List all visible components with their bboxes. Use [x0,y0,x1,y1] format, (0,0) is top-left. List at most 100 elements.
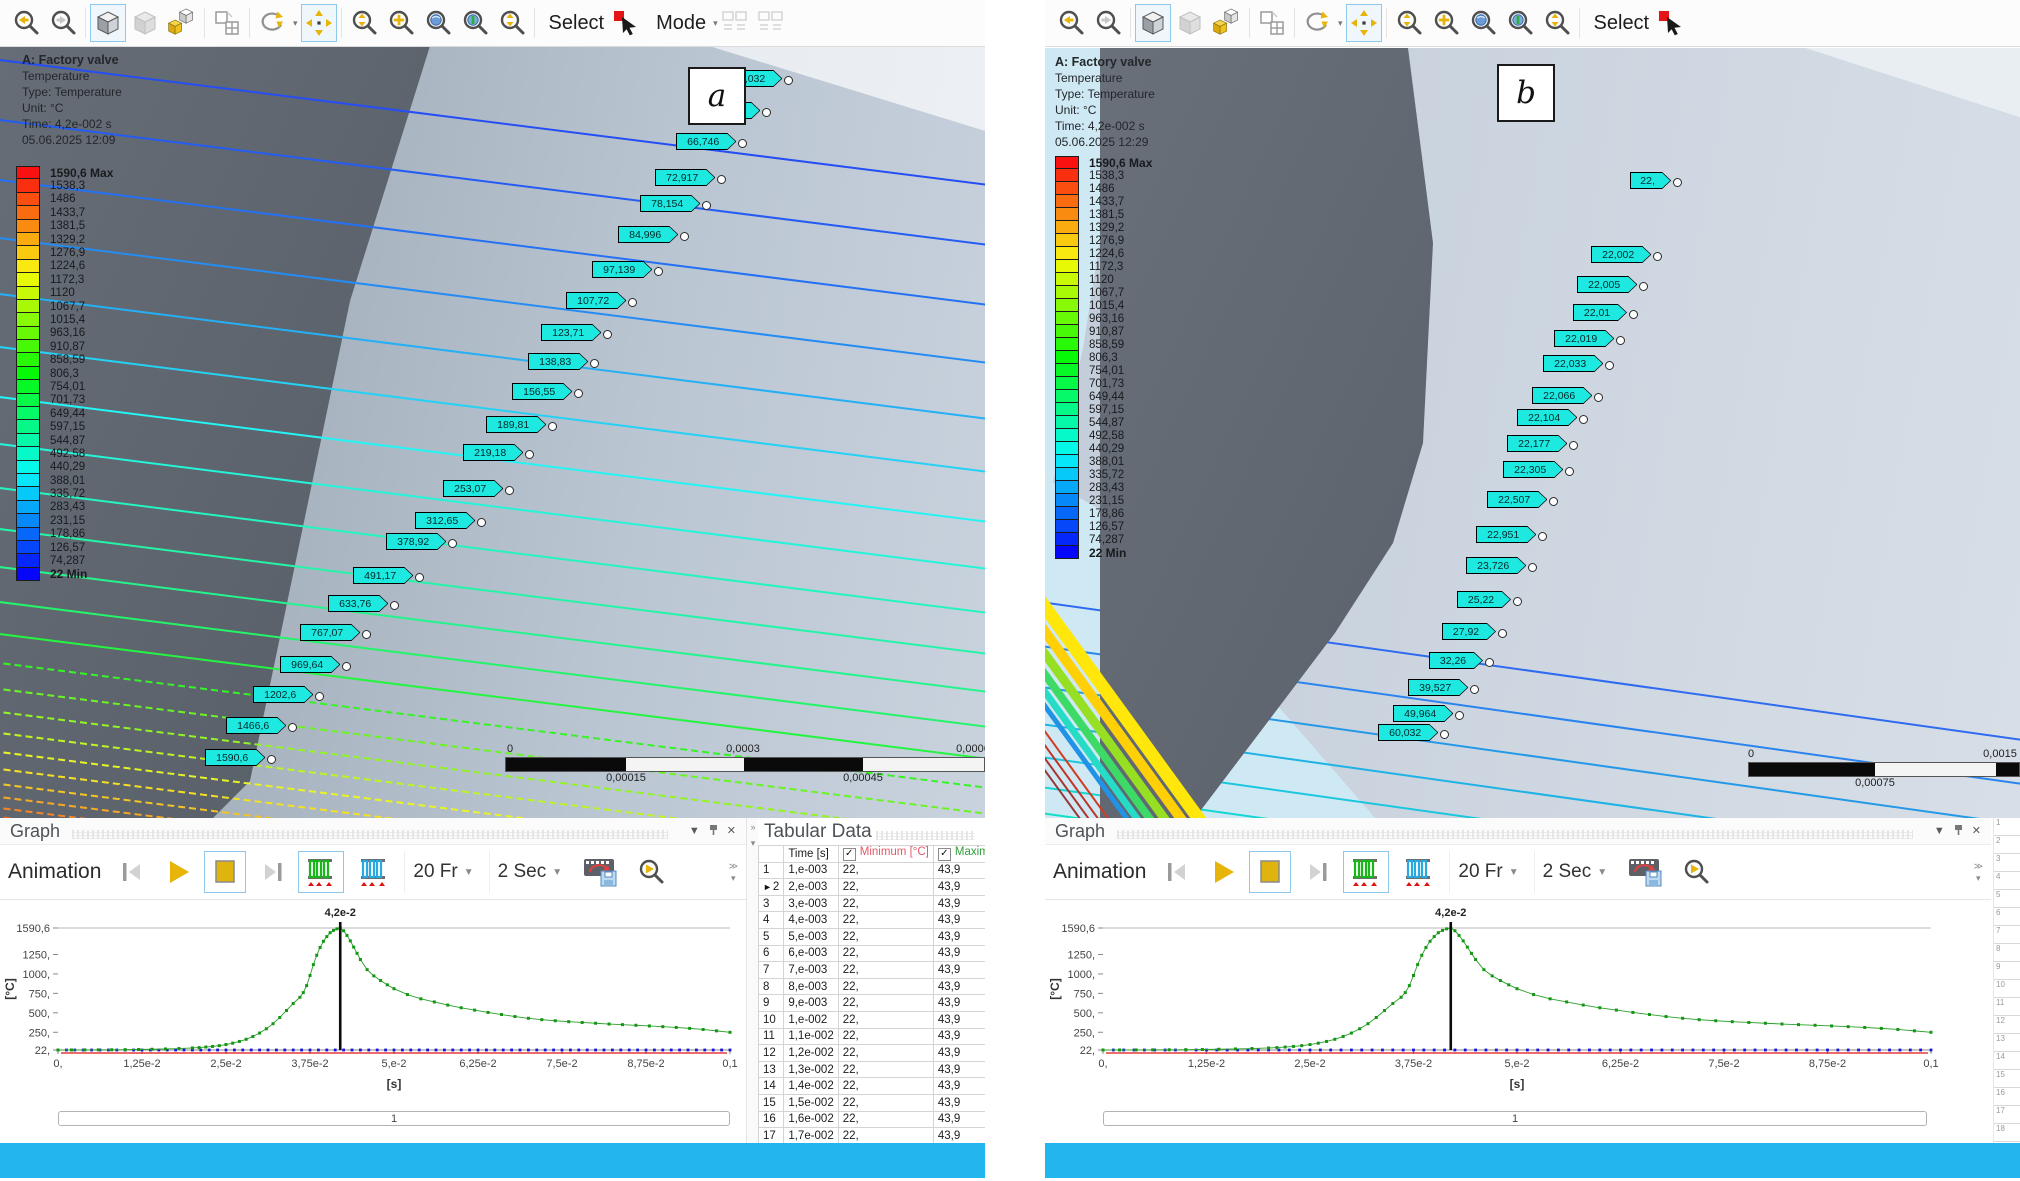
step-first-button[interactable] [114,851,152,893]
table-row[interactable]: 44,e-00322,43,9 [759,912,986,929]
timeline-slider[interactable]: 1 [1103,1111,1927,1126]
mode-label[interactable]: Mode [656,12,706,35]
minimum-column-header[interactable]: ✓Minimum [°C] [838,846,933,863]
pin-icon[interactable] [709,824,718,839]
probe-label[interactable]: 1202,6 [253,686,313,703]
toolbar-overflow-chevrons[interactable]: ≫▾ [729,862,738,883]
timeline-slider[interactable]: 1 [58,1111,730,1126]
probe-label[interactable]: 156,55 [512,383,572,400]
probe-label[interactable]: 22,104 [1517,409,1577,426]
probe-label[interactable]: 22,002 [1591,246,1651,263]
table-row[interactable]: 111,1e-00222,43,9 [759,1028,986,1045]
viewport-3d[interactable]: A: Factory valveTemperatureType: Tempera… [1045,48,2020,818]
pan-icon[interactable] [1346,4,1382,42]
probe-label[interactable]: 633,76 [328,595,388,612]
probe-label[interactable]: 60,032 [1378,724,1438,741]
probe-label[interactable]: 22,066 [1532,387,1592,404]
probe-label[interactable]: 78,154 [640,195,700,212]
pan-icon[interactable] [301,4,337,42]
table-row[interactable]: 99,e-00322,43,9 [759,995,986,1012]
history-back-icon[interactable] [8,4,44,42]
table-row[interactable]: 33,e-00322,43,9 [759,895,986,912]
zoom-fit-icon[interactable] [1465,4,1501,42]
probe-label[interactable]: 22,01 [1573,304,1627,321]
rotate-icon[interactable] [254,4,290,42]
probe-label[interactable]: 138,83 [528,353,588,370]
table-row[interactable]: 131,3e-00222,43,9 [759,1061,986,1078]
probe-label[interactable]: 1466,6 [226,717,286,734]
table-row[interactable]: 121,2e-00222,43,9 [759,1045,986,1062]
zoom-extents-icon[interactable] [1391,4,1427,42]
time-column-header[interactable]: Time [s] [784,846,838,863]
table-row[interactable]: 55,e-00322,43,9 [759,928,986,945]
probe-label[interactable]: 491,17 [353,567,413,584]
probe-label[interactable]: 189,81 [486,416,546,433]
viewport-layout-icon[interactable] [209,4,245,42]
zoom-animation-button[interactable] [1677,851,1715,893]
zoom-in-icon[interactable] [1428,4,1464,42]
close-icon[interactable]: ✕ [1972,826,1981,837]
probe-label[interactable]: 123,71 [541,324,601,341]
pin-icon[interactable] [1954,824,1963,839]
duration-dropdown[interactable]: 2 Sec▼ [489,851,571,893]
timeline-result-sets-button[interactable] [298,851,344,893]
play-button[interactable] [159,851,197,893]
select-cursor-icon[interactable] [609,4,645,42]
table-row[interactable]: 77,e-00322,43,9 [759,962,986,979]
play-button[interactable] [1204,851,1242,893]
history-forward-icon[interactable] [45,4,81,42]
select-cursor-icon[interactable] [1654,4,1690,42]
shaded-view-icon[interactable] [127,4,163,42]
probe-label[interactable]: 66,746 [676,133,736,150]
table-row[interactable]: 151,5e-00222,43,9 [759,1094,986,1111]
probe-label[interactable]: 32,26 [1429,652,1483,669]
probe-label[interactable]: 378,92 [386,533,446,550]
shaded-view-icon[interactable] [1172,4,1208,42]
checkbox-checked-icon[interactable]: ✓ [938,848,951,861]
probe-label[interactable]: 23,726 [1466,557,1526,574]
checkbox-checked-icon[interactable]: ✓ [843,848,856,861]
probe-label[interactable]: 253,07 [443,480,503,497]
table-row[interactable]: 66,e-00322,43,9 [759,945,986,962]
probe-label[interactable]: 22,507 [1487,491,1547,508]
rotate-icon[interactable] [1299,4,1335,42]
probe-label[interactable]: 312,65 [415,512,475,529]
iso-view-icon[interactable] [1135,4,1171,42]
zoom-extents2-icon[interactable] [494,4,530,42]
probe-label[interactable]: 969,64 [280,656,340,673]
collapse-arrow-icon[interactable]: ▼ [689,826,700,837]
zoom-animation-button[interactable] [632,851,670,893]
probe-label[interactable]: 22,033 [1543,355,1603,372]
history-forward-icon[interactable] [1090,4,1126,42]
probe-label[interactable]: 39,527 [1408,679,1468,696]
zoom-extents2-icon[interactable] [1539,4,1575,42]
table-row[interactable]: ►22,e-00322,43,9 [759,879,986,896]
zoom-capture-icon[interactable] [457,4,493,42]
export-video-button[interactable] [1622,851,1670,893]
probe-label[interactable]: 22,005 [1577,276,1637,293]
maximum-column-header[interactable]: ✓Maximum [°C] [933,846,985,863]
stop-button[interactable] [1249,851,1291,893]
table-row[interactable]: 171,7e-00222,43,9 [759,1128,986,1143]
frames-dropdown[interactable]: 20 Fr▼ [404,851,481,893]
duration-dropdown[interactable]: 2 Sec▼ [1534,851,1616,893]
zoom-in-icon[interactable] [383,4,419,42]
probe-label[interactable]: 219,18 [463,444,523,461]
probe-label[interactable]: 22, [1630,172,1671,189]
probe-label[interactable]: 84,996 [618,226,678,243]
probe-label[interactable]: 25,22 [1457,591,1511,608]
zoom-fit-icon[interactable] [420,4,456,42]
rotate-options-caret[interactable]: ▾ [293,18,298,29]
timeline-time-steps-button[interactable] [351,851,397,893]
probe-label[interactable]: 22,019 [1554,330,1614,347]
probe-label[interactable]: 1590,6 [205,749,265,766]
probe-label[interactable]: 27,92 [1442,623,1496,640]
step-first-button[interactable] [1159,851,1197,893]
timeline-result-sets-button[interactable] [1343,851,1389,893]
toolbar-overflow-chevrons[interactable]: ≫▾ [1974,862,1983,883]
section-views-icon[interactable] [1209,4,1245,42]
section-views-icon[interactable] [164,4,200,42]
viewport-3d[interactable]: A: Factory valveTemperatureType: Tempera… [0,46,985,818]
zoom-capture-icon[interactable] [1502,4,1538,42]
probe-label[interactable]: 22,951 [1476,526,1536,543]
